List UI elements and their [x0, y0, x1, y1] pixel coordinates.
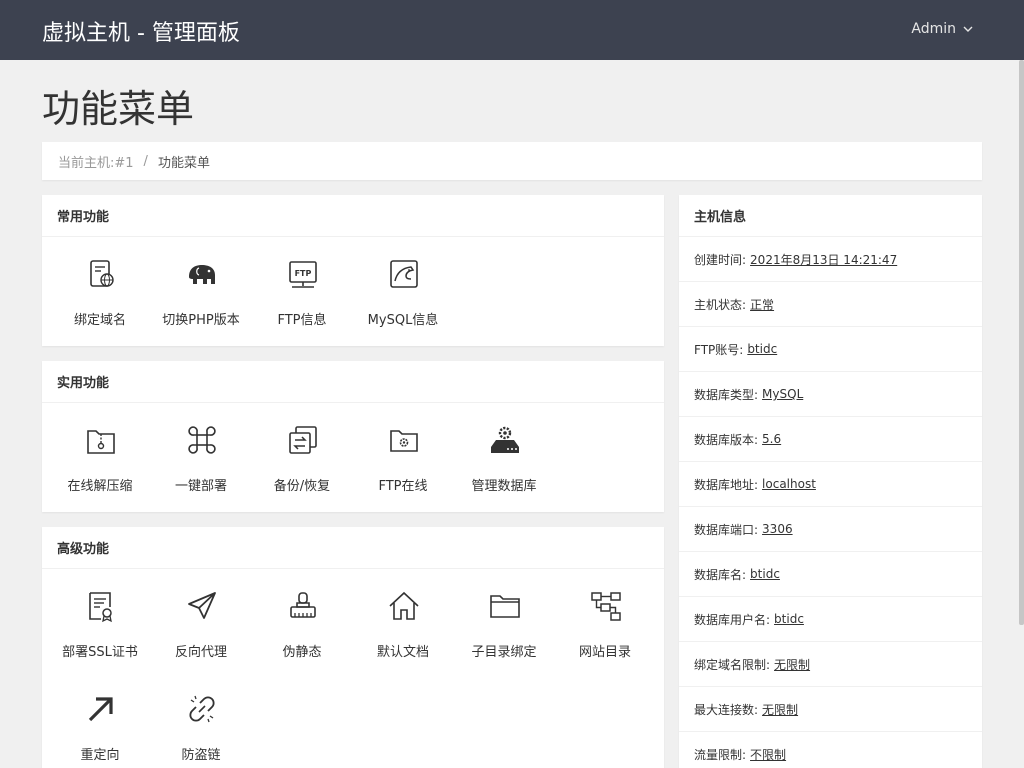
- info-row-db-type: 数据库类型: MySQL: [679, 372, 982, 417]
- info-value[interactable]: 2021年8月13日 14:21:47: [750, 251, 897, 268]
- user-menu[interactable]: Admin: [911, 21, 974, 37]
- feature-mysql-info[interactable]: MySQL信息: [353, 237, 453, 333]
- domain-icon: [84, 257, 118, 291]
- info-key: 数据库端口:: [694, 522, 759, 537]
- php-elephant-icon: [185, 257, 219, 291]
- info-value[interactable]: localhost: [762, 477, 816, 491]
- host-info-title: 主机信息: [679, 195, 982, 237]
- info-key: 创建时间:: [694, 252, 747, 267]
- mysql-icon: [387, 257, 421, 291]
- info-row-created: 创建时间: 2021年8月13日 14:21:47: [679, 237, 982, 282]
- info-row-db-user: 数据库用户名: btidc: [679, 597, 982, 642]
- host-info-panel: 主机信息 创建时间: 2021年8月13日 14:21:47 主机状态: 正常 FT…: [679, 195, 982, 768]
- info-row-db-host: 数据库地址: localhost: [679, 462, 982, 507]
- feature-backup-restore[interactable]: 备份/恢复: [252, 403, 352, 499]
- section-title: 实用功能: [42, 361, 664, 403]
- info-key: 绑定域名限制:: [694, 657, 771, 672]
- breadcrumb-separator: /: [143, 153, 148, 169]
- info-value[interactable]: 不限制: [750, 746, 786, 763]
- ftp-icon: FTP: [286, 257, 320, 291]
- info-value[interactable]: btidc: [774, 612, 804, 626]
- info-key: 数据库用户名:: [694, 612, 771, 627]
- zip-icon: [84, 423, 118, 457]
- section-common: 常用功能 绑定域名 切换PHP版本 FTP FTP信息 MySQL信息: [42, 195, 664, 346]
- info-row-db-port: 数据库端口: 3306: [679, 507, 982, 552]
- section-title: 常用功能: [42, 195, 664, 237]
- info-key: 最大连接数:: [694, 702, 759, 717]
- info-value[interactable]: 5.6: [762, 432, 781, 446]
- paper-plane-icon: [185, 589, 219, 623]
- top-navbar: 虚拟主机 - 管理面板 Admin: [0, 0, 1024, 60]
- feature-label: 防盗链: [181, 748, 221, 763]
- info-value[interactable]: btidc: [750, 567, 780, 581]
- info-value[interactable]: MySQL: [762, 387, 803, 401]
- feature-switch-php[interactable]: 切换PHP版本: [151, 237, 251, 333]
- command-icon: [185, 423, 219, 457]
- info-key: 流量限制:: [694, 747, 747, 762]
- folder-gear-icon: [387, 423, 421, 457]
- feature-ftp-online[interactable]: FTP在线: [353, 403, 453, 499]
- sitemap-icon: [589, 589, 623, 623]
- feature-redirect[interactable]: 重定向: [50, 672, 150, 768]
- feature-subdir-bind[interactable]: 子目录绑定: [454, 569, 554, 665]
- info-row-domain-limit: 绑定域名限制: 无限制: [679, 642, 982, 687]
- stamp-icon: [286, 589, 320, 623]
- info-row-status: 主机状态: 正常: [679, 282, 982, 327]
- info-row-ftp-account: FTP账号: btidc: [679, 327, 982, 372]
- feature-label: 管理数据库: [471, 479, 537, 494]
- feature-default-document[interactable]: 默认文档: [353, 569, 453, 665]
- feature-rewrite[interactable]: 伪静态: [252, 569, 352, 665]
- backup-icon: [286, 423, 320, 457]
- feature-label: MySQL信息: [367, 313, 439, 328]
- info-key: 数据库名:: [694, 567, 747, 582]
- feature-label: 网站目录: [578, 645, 631, 660]
- app-title[interactable]: 虚拟主机 - 管理面板: [42, 15, 240, 47]
- feature-unzip[interactable]: 在线解压缩: [50, 403, 150, 499]
- info-row-traffic-limit: 流量限制: 不限制: [679, 732, 982, 768]
- feature-manage-database[interactable]: 管理数据库: [454, 403, 554, 499]
- info-value[interactable]: 无限制: [762, 701, 798, 718]
- info-key: 数据库版本:: [694, 432, 759, 447]
- feature-bind-domain[interactable]: 绑定域名: [50, 237, 150, 333]
- feature-ssl[interactable]: 部署SSL证书: [50, 569, 150, 665]
- breadcrumb: 当前主机:#1 / 功能菜单: [42, 142, 982, 180]
- info-key: FTP账号:: [694, 342, 744, 357]
- svg-text:FTP: FTP: [295, 269, 312, 278]
- database-gear-icon: [488, 423, 522, 457]
- info-value[interactable]: 3306: [762, 522, 793, 536]
- chevron-down-icon: [963, 26, 973, 32]
- section-advanced: 高级功能 部署SSL证书 反向代理 伪静态 默认文档 子目录绑定 网站目录 重定…: [42, 527, 664, 768]
- scrollbar-thumb[interactable]: [1019, 60, 1024, 625]
- info-key: 主机状态:: [694, 297, 747, 312]
- feature-site-directory[interactable]: 网站目录: [555, 569, 655, 665]
- feature-one-click-deploy[interactable]: 一键部署: [151, 403, 251, 499]
- home-icon: [387, 589, 421, 623]
- info-value[interactable]: btidc: [747, 342, 777, 356]
- user-name[interactable]: Admin: [911, 21, 956, 37]
- info-row-db-version: 数据库版本: 5.6: [679, 417, 982, 462]
- info-key: 数据库地址:: [694, 477, 759, 492]
- info-value[interactable]: 无限制: [774, 656, 810, 673]
- section-title: 高级功能: [42, 527, 664, 569]
- feature-anti-leech[interactable]: 防盗链: [151, 672, 251, 768]
- info-row-max-connections: 最大连接数: 无限制: [679, 687, 982, 732]
- certificate-icon: [84, 589, 118, 623]
- redirect-arrow-icon: [84, 692, 118, 726]
- page-scrollbar[interactable]: [1019, 60, 1024, 768]
- breadcrumb-host[interactable]: 当前主机:#1: [58, 152, 134, 171]
- feature-ftp-info[interactable]: FTP FTP信息: [252, 237, 352, 333]
- feature-reverse-proxy[interactable]: 反向代理: [151, 569, 251, 665]
- breadcrumb-current: 功能菜单: [157, 155, 210, 171]
- section-utility: 实用功能 在线解压缩 一键部署 备份/恢复 FTP在线 管理数据库: [42, 361, 664, 512]
- page-title: 功能菜单: [42, 87, 195, 131]
- folder-icon: [488, 589, 522, 623]
- info-row-db-name: 数据库名: btidc: [679, 552, 982, 597]
- info-key: 数据库类型:: [694, 387, 759, 402]
- broken-link-icon: [185, 692, 219, 726]
- info-value[interactable]: 正常: [750, 296, 774, 313]
